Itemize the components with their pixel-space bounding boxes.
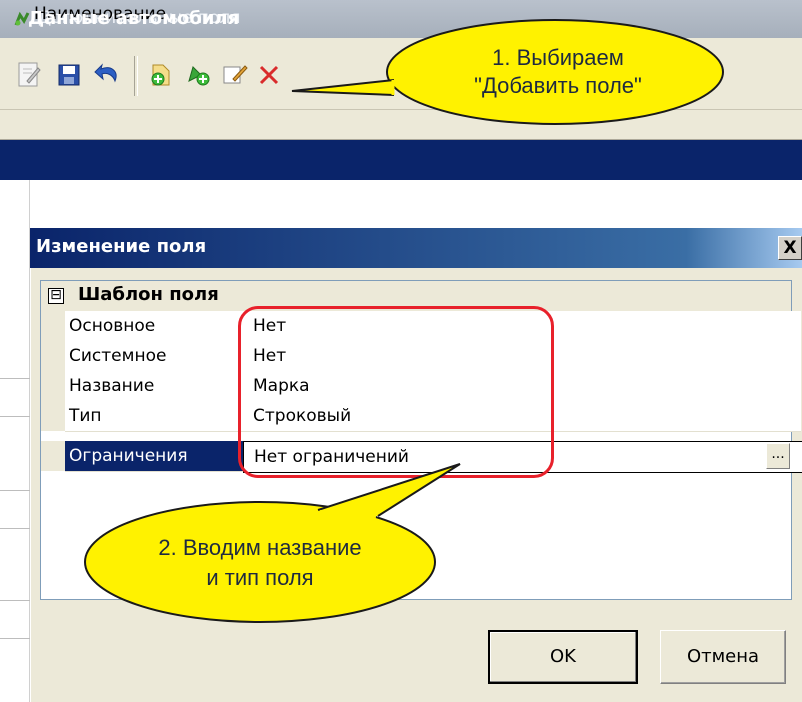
callout-pointer-1 (291, 79, 395, 96)
callout-bubbles (84, 19, 724, 623)
callout-step1-line2: "Добавить поле" (474, 73, 642, 98)
callout-step2-line1: 2. Вводим название (158, 535, 362, 560)
callout-pointer-2 (317, 463, 461, 517)
callout-step1-line1: 1. Выбираем (492, 45, 624, 70)
callout-bubble-2 (84, 501, 436, 623)
callout-step2-line2: и тип поля (206, 565, 314, 590)
